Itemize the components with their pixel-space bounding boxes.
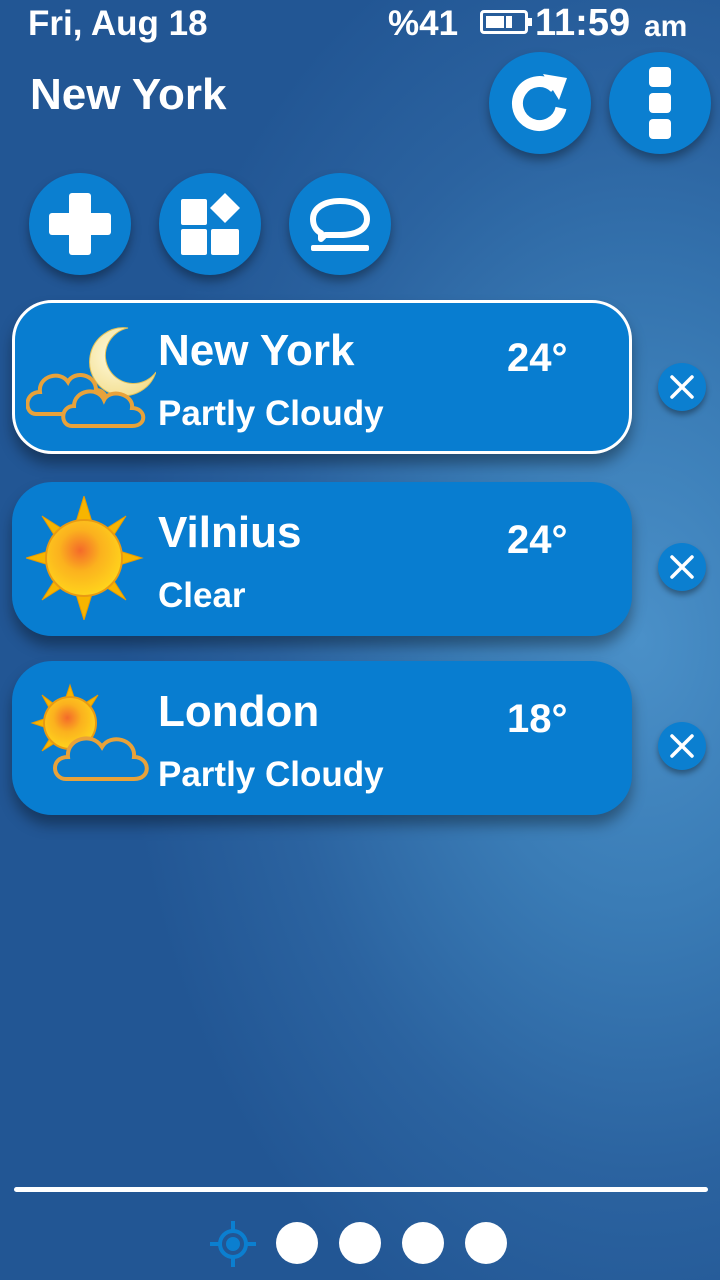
battery-percent: %41 [388, 4, 459, 43]
close-icon [670, 555, 694, 579]
location-condition: Clear [158, 576, 246, 615]
location-temperature: 24° [507, 336, 568, 380]
location-name: London [158, 687, 320, 736]
remove-location-button[interactable] [658, 363, 706, 411]
add-location-button[interactable] [29, 173, 131, 275]
page-dot[interactable] [402, 1222, 444, 1264]
feedback-button[interactable] [289, 173, 391, 275]
status-bar: Fri, Aug 18 %41 11:59 am [0, 0, 720, 48]
divider [14, 1187, 708, 1192]
location-temperature: 24° [507, 518, 568, 562]
location-name: New York [158, 326, 355, 375]
page-dot[interactable] [339, 1222, 381, 1264]
status-date: Fri, Aug 18 [28, 4, 208, 43]
moon-cloud-icon [26, 327, 156, 428]
sun-cloud-icon [30, 683, 149, 781]
status-ampm: am [644, 10, 688, 43]
refresh-button[interactable] [489, 52, 591, 154]
close-icon [670, 375, 694, 399]
page-dot[interactable] [465, 1222, 507, 1264]
widgets-icon [181, 193, 240, 255]
speech-bubble-icon [310, 198, 370, 251]
menu-button[interactable] [609, 52, 711, 154]
location-temperature: 18° [507, 697, 568, 741]
remove-location-button[interactable] [658, 543, 706, 591]
sun-icon [26, 496, 144, 620]
location-condition: Partly Cloudy [158, 755, 384, 794]
remove-location-button[interactable] [658, 722, 706, 770]
status-time: 11:59 [535, 2, 631, 44]
widgets-button[interactable] [159, 173, 261, 275]
location-card-london[interactable]: London Partly Cloudy 18° [12, 661, 632, 815]
more-vertical-icon [649, 67, 671, 139]
close-icon [670, 734, 694, 758]
location-name: Vilnius [158, 508, 302, 557]
plus-icon [49, 193, 111, 255]
page-dot[interactable] [276, 1222, 318, 1264]
location-card-new-york[interactable]: New York Partly Cloudy 24° [12, 300, 632, 454]
location-condition: Partly Cloudy [158, 394, 384, 433]
location-crosshair-icon[interactable] [208, 1219, 258, 1269]
page-title: New York [30, 70, 227, 119]
refresh-icon [511, 74, 567, 132]
location-card-vilnius[interactable]: Vilnius Clear 24° [12, 482, 632, 636]
page-indicator [0, 1215, 720, 1275]
battery-icon [480, 10, 532, 34]
